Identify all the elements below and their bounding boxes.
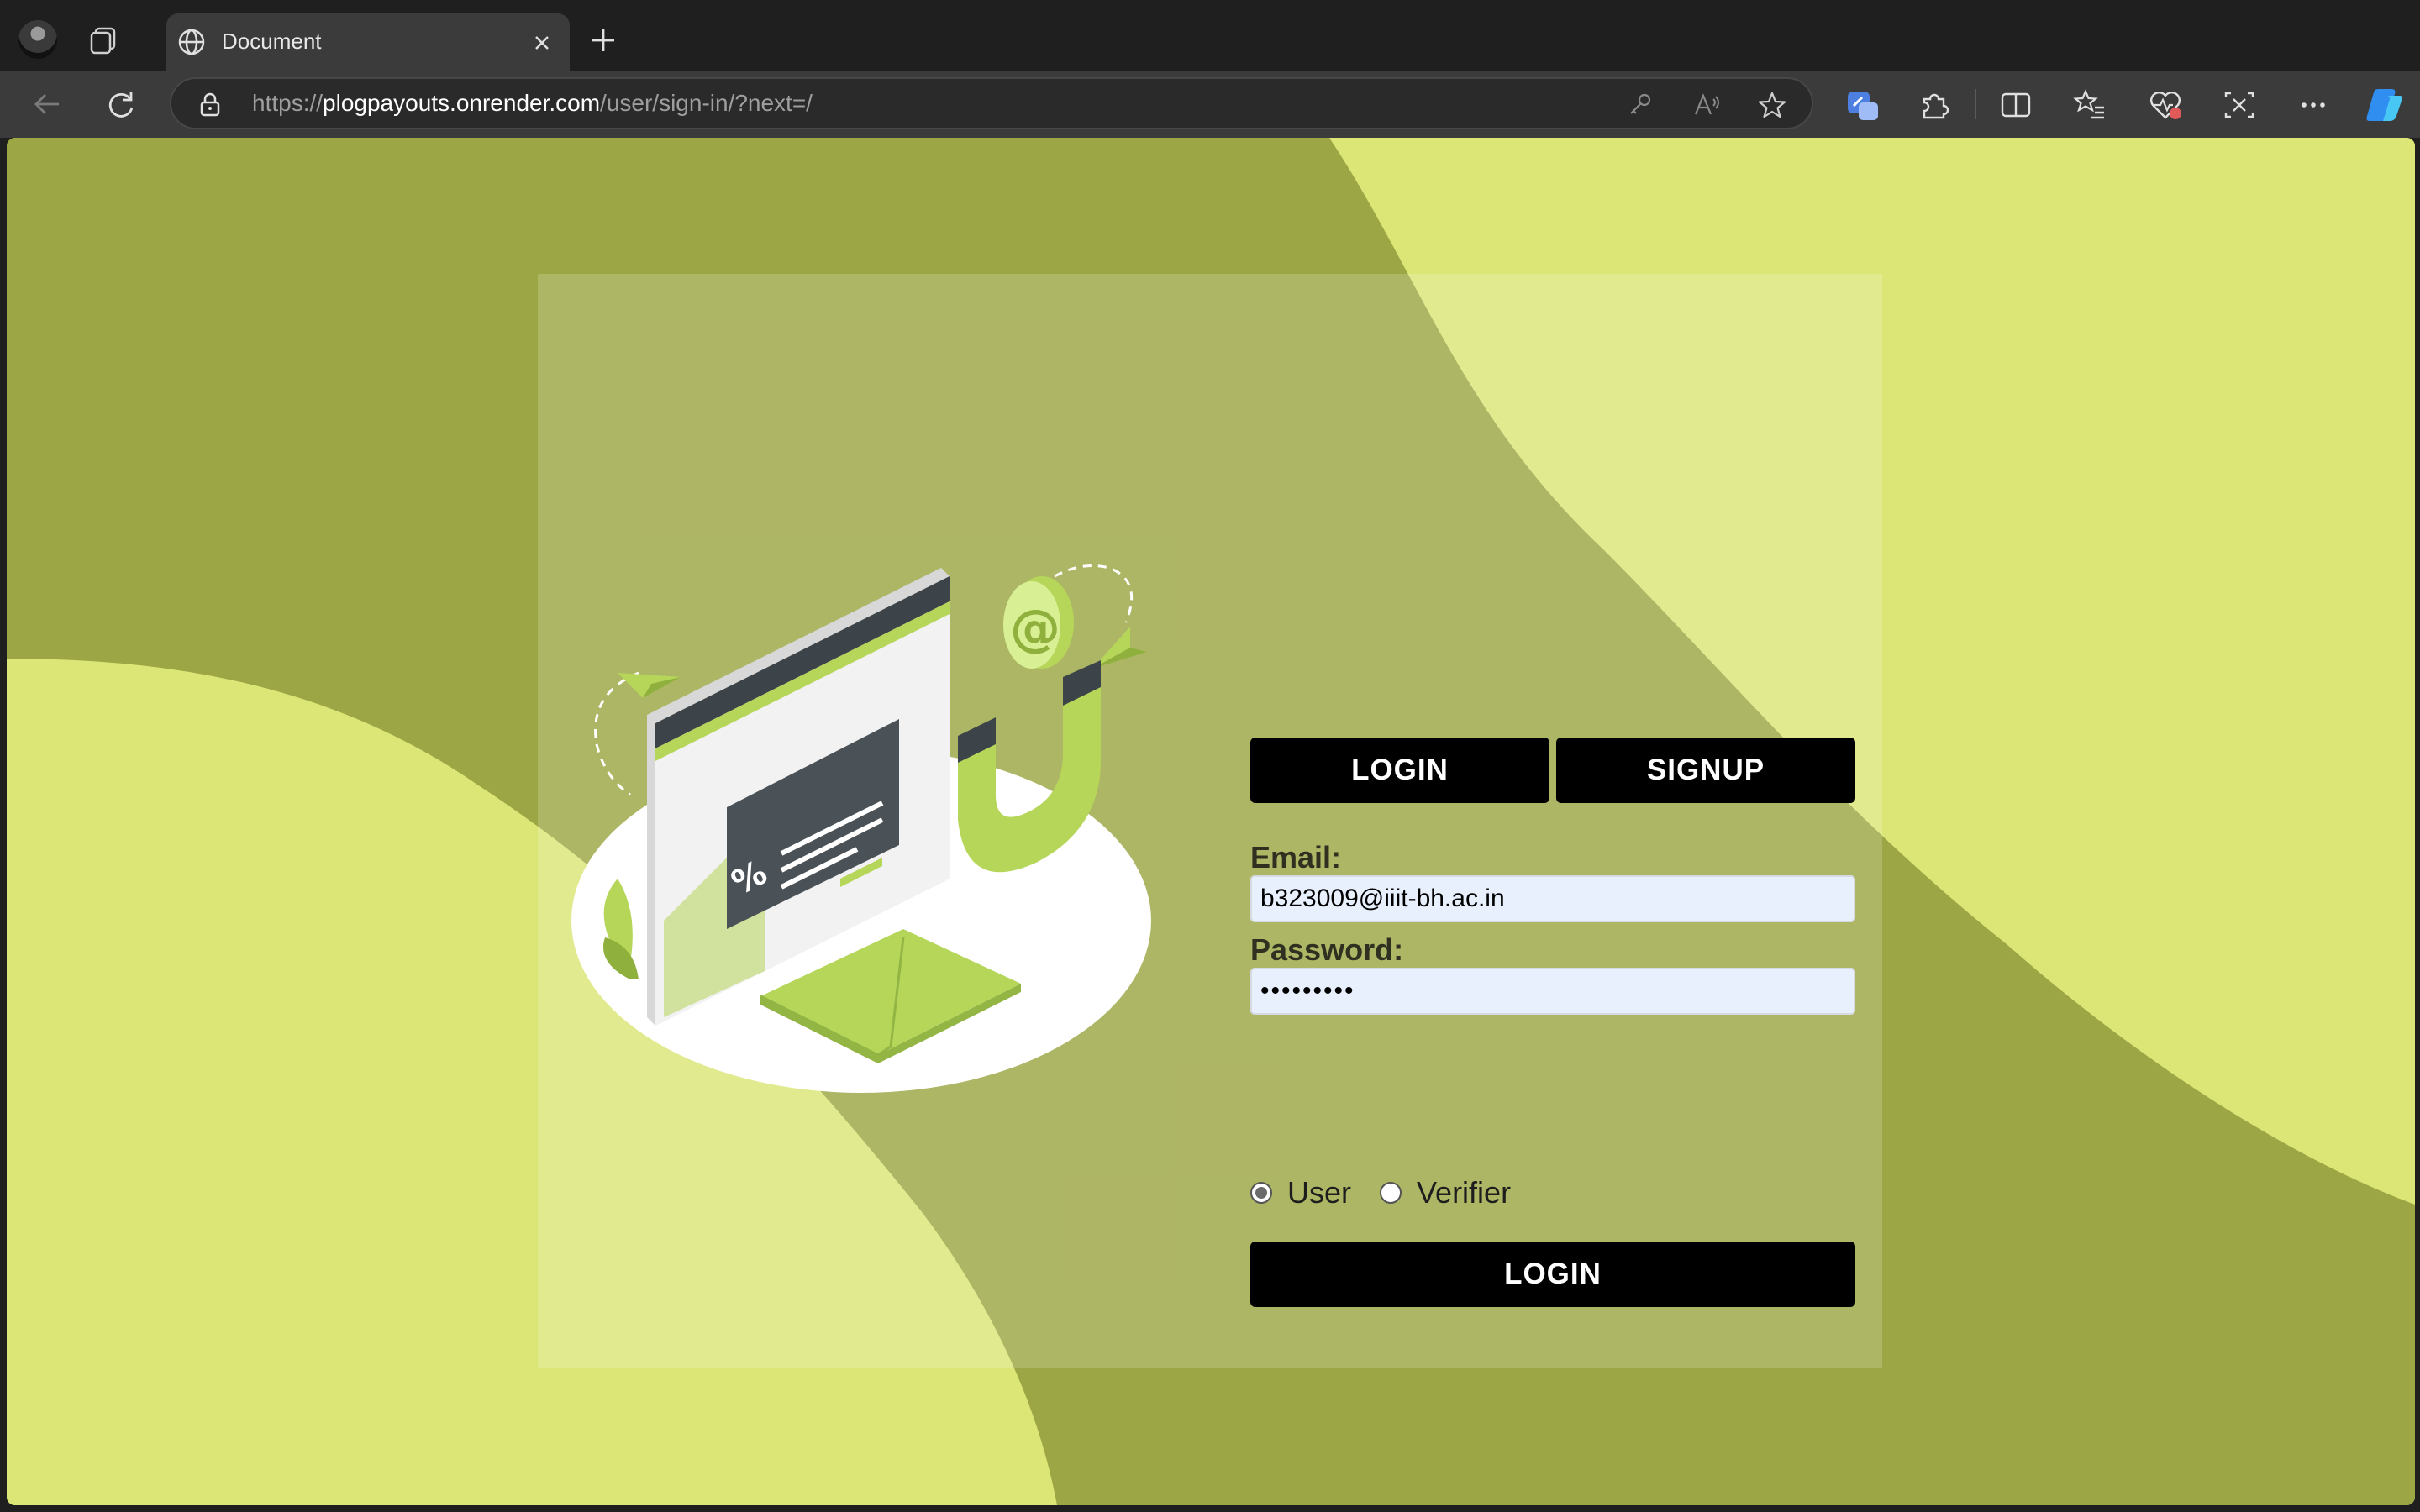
back-icon[interactable] — [30, 87, 64, 121]
lock-icon[interactable] — [197, 91, 224, 118]
login-card: % @ LOGIN SIGNUP Email: Password: — [538, 274, 1882, 1368]
url-text[interactable]: https://plogpayouts.onrender.com/user/si… — [252, 90, 813, 117]
role-selector: User Verifier — [1250, 1174, 1539, 1211]
password-label: Password: — [1250, 932, 1404, 967]
tab-login[interactable]: LOGIN — [1250, 738, 1549, 803]
tab-actions-icon[interactable] — [87, 24, 121, 57]
toolbar-divider — [1975, 89, 1976, 119]
svg-text:@: @ — [1010, 599, 1060, 658]
key-icon[interactable] — [1625, 91, 1654, 119]
radio-user[interactable] — [1250, 1182, 1272, 1204]
url-path: /user/sign-in/?next=/ — [600, 90, 813, 116]
copilot-icon[interactable] — [2363, 84, 2405, 126]
url-scheme: https:// — [252, 90, 324, 116]
email-field[interactable] — [1250, 875, 1855, 922]
favorites-icon[interactable] — [2072, 87, 2107, 123]
page-viewport: % @ LOGIN SIGNUP Email: Password: — [7, 138, 2415, 1505]
password-field[interactable]: ••••••••• — [1250, 968, 1855, 1015]
login-submit-button[interactable]: LOGIN — [1250, 1242, 1855, 1307]
tab-signup[interactable]: SIGNUP — [1556, 738, 1855, 803]
split-screen-icon[interactable] — [1998, 87, 2033, 123]
browser-tab[interactable]: Document — [166, 13, 570, 71]
extension-icon[interactable] — [1845, 87, 1881, 123]
refresh-icon[interactable] — [104, 87, 138, 121]
email-label: Email: — [1250, 840, 1342, 874]
globe-icon — [178, 29, 205, 55]
email-marketing-illustration: % @ — [571, 564, 1151, 1093]
puzzle-icon[interactable] — [1918, 87, 1953, 123]
tab-title: Document — [222, 29, 322, 54]
profile-icon[interactable] — [18, 20, 57, 59]
plus-icon[interactable] — [588, 25, 618, 55]
close-icon[interactable] — [529, 30, 555, 55]
radio-verifier[interactable] — [1380, 1182, 1402, 1204]
more-icon[interactable] — [2296, 87, 2331, 123]
radio-verifier-label: Verifier — [1417, 1175, 1512, 1210]
radio-user-label: User — [1287, 1175, 1352, 1210]
browser-toolbar: https://plogpayouts.onrender.com/user/si… — [0, 71, 2420, 138]
health-icon[interactable] — [2148, 87, 2183, 123]
screenshot-icon[interactable] — [2222, 87, 2257, 123]
read-aloud-icon[interactable] — [1692, 91, 1721, 119]
browser-tab-bar: Document — [0, 0, 2420, 71]
favorite-star-icon[interactable] — [1758, 91, 1786, 119]
url-host: plogpayouts.onrender.com — [323, 90, 601, 116]
address-bar[interactable]: https://plogpayouts.onrender.com/user/si… — [170, 77, 1813, 129]
